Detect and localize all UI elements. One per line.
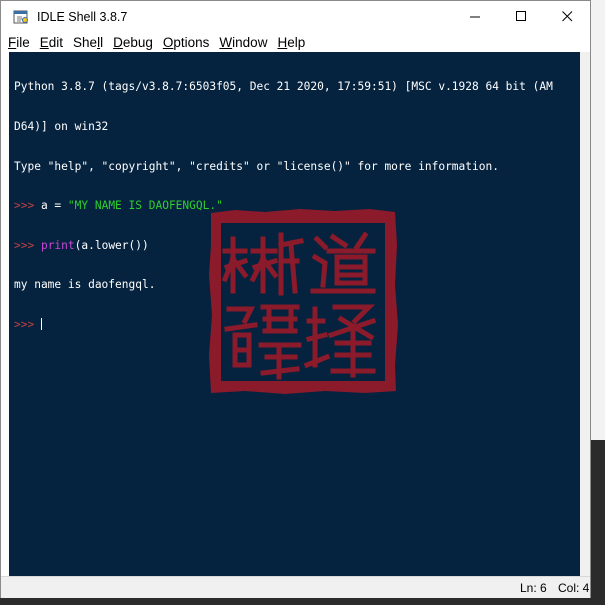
banner-line: D64)] on win32 bbox=[14, 120, 109, 133]
shell-text-area[interactable]: Python 3.8.7 (tags/v3.8.7:6503f05, Dec 2… bbox=[9, 52, 580, 576]
desktop-background-right bbox=[590, 0, 605, 605]
code-text: (a.lower()) bbox=[74, 238, 149, 252]
python-idle-icon bbox=[13, 9, 29, 25]
maximize-icon bbox=[515, 11, 526, 21]
maximize-button[interactable] bbox=[498, 1, 544, 32]
text-cursor bbox=[40, 317, 42, 330]
input-line: >>> print(a.lower()) bbox=[14, 239, 580, 252]
column-number: Col: 4 bbox=[558, 581, 590, 595]
close-button[interactable] bbox=[544, 1, 590, 32]
close-icon bbox=[561, 11, 572, 22]
shell-prompt: >>> bbox=[14, 199, 41, 213]
title-bar[interactable]: IDLE Shell 3.8.7 bbox=[1, 1, 590, 32]
menu-options[interactable]: Options bbox=[163, 35, 210, 50]
shell-prompt: >>> bbox=[14, 238, 41, 252]
minimize-button[interactable] bbox=[452, 1, 498, 32]
active-input-line[interactable]: >>> bbox=[14, 317, 580, 331]
output-line: my name is daofengql. bbox=[14, 278, 156, 292]
menu-debug[interactable]: Debug bbox=[113, 35, 153, 50]
string-literal: "MY NAME IS DAOFENGQL." bbox=[67, 199, 223, 213]
window-controls bbox=[452, 1, 590, 32]
shell-output: Python 3.8.7 (tags/v3.8.7:6503f05, Dec 2… bbox=[14, 54, 580, 358]
menu-edit[interactable]: Edit bbox=[40, 35, 63, 50]
banner-line: Type "help", "copyright", "credits" or "… bbox=[14, 159, 499, 173]
menu-file[interactable]: File bbox=[8, 35, 30, 50]
shell-prompt: >>> bbox=[14, 317, 41, 331]
menu-window[interactable]: Window bbox=[219, 35, 267, 50]
minimize-icon bbox=[469, 16, 480, 18]
menu-help[interactable]: Help bbox=[277, 35, 305, 50]
idle-shell-window: IDLE Shell 3.8.7 File Edit Shell Debug O… bbox=[0, 0, 591, 598]
status-bar: Ln: 6 Col: 4 bbox=[1, 576, 590, 598]
menu-shell[interactable]: Shell bbox=[73, 35, 103, 50]
builtin-name: print bbox=[40, 238, 75, 252]
input-line: >>> a = "MY NAME IS DAOFENGQL." bbox=[14, 199, 580, 212]
menu-bar: File Edit Shell Debug Options Window Hel… bbox=[1, 32, 590, 52]
code-text: a = bbox=[40, 199, 68, 213]
window-title: IDLE Shell 3.8.7 bbox=[37, 9, 128, 24]
vertical-scrollbar[interactable] bbox=[580, 52, 590, 576]
desktop-background-dark-strip bbox=[590, 440, 605, 600]
line-number: Ln: 6 bbox=[520, 581, 547, 595]
banner-line: Python 3.8.7 (tags/v3.8.7:6503f05, Dec 2… bbox=[14, 80, 553, 94]
